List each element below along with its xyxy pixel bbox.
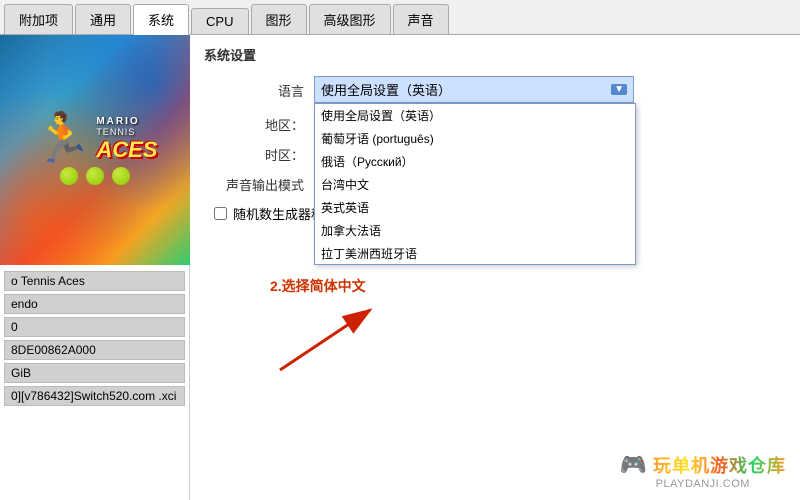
game-cover-image: 🏃 MARIO TENNIS ACES [0,35,190,265]
tab-graphics[interactable]: 图形 [251,4,307,34]
tab-bar: 附加项 通用 系统 CPU 图形 高级图形 声音 [0,0,800,35]
left-panel: 🏃 MARIO TENNIS ACES o Tennis Aces endo 0 [0,35,190,500]
tab-addon[interactable]: 附加项 [4,4,73,34]
language-dropdown[interactable]: 使用全局设置（英语） ▼ 使用全局设置（英语） 葡萄牙语 (português)… [314,76,634,104]
watermark-line1: 玩单机游戏仓库 [653,452,786,478]
game-file-info: 0][v786432]Switch520.com .xci [4,386,185,406]
game-publisher-info: endo [4,294,185,314]
region-label: 地区： [204,115,304,134]
dropdown-list: 使用全局设置（英语） 葡萄牙语 (português) 俄语（Русский） … [314,103,636,265]
tab-general[interactable]: 通用 [75,4,131,34]
watermark-line2: PLAYDANJI.COM [656,478,750,490]
tab-sound[interactable]: 声音 [393,4,449,34]
dropdown-item-1[interactable]: 葡萄牙语 (português) [315,127,635,150]
game-id1-info: 0 [4,317,185,337]
dropdown-item-6[interactable]: 拉丁美洲西班牙语 [315,242,635,264]
timezone-label: 时区： [204,145,304,164]
audio-label: 声音输出模式 [204,175,304,194]
tab-advanced-graphics[interactable]: 高级图形 [309,4,391,34]
game-id2-info: 8DE00862A000 [4,340,185,360]
game-info-list: o Tennis Aces endo 0 8DE00862A000 GiB 0]… [0,265,189,412]
dropdown-item-5[interactable]: 加拿大法语 [315,219,635,242]
right-panel: 系统设置 语言 使用全局设置（英语） ▼ 使用全局设置（英语） 葡萄牙语 [190,35,800,500]
random-seed-checkbox[interactable] [214,207,227,220]
language-control: 使用全局设置（英语） ▼ 使用全局设置（英语） 葡萄牙语 (português)… [314,76,634,104]
annotation-arrow-svg [270,300,390,380]
dropdown-item-2[interactable]: 俄语（Русский） [315,150,635,173]
tab-system[interactable]: 系统 [133,4,189,35]
annotation-text: 2.选择简体中文 [270,276,366,296]
dropdown-list-inner: 使用全局设置（英语） 葡萄牙语 (português) 俄语（Русский） … [315,104,635,264]
language-row: 语言 使用全局设置（英语） ▼ 使用全局设置（英语） 葡萄牙语 (portugu… [204,76,786,104]
dropdown-arrow-icon: ▼ [611,84,627,95]
main-area: 🏃 MARIO TENNIS ACES o Tennis Aces endo 0 [0,35,800,500]
watermark: 🎮 玩单机游戏仓库 PLAYDANJI.COM [620,452,786,490]
dropdown-header[interactable]: 使用全局设置（英语） ▼ [315,77,633,103]
section-title: 系统设置 [204,45,786,64]
dropdown-item-4[interactable]: 英式英语 [315,196,635,219]
annotation-container: 2.选择简体中文 [270,276,390,380]
dropdown-selected-text: 使用全局设置（英语） [321,80,451,99]
game-size-info: GiB [4,363,185,383]
settings-form: 语言 使用全局设置（英语） ▼ 使用全局设置（英语） 葡萄牙语 (portugu… [204,76,786,223]
game-title-info: o Tennis Aces [4,271,185,291]
tab-cpu[interactable]: CPU [191,8,248,34]
dropdown-item-0[interactable]: 使用全局设置（英语） [315,104,635,127]
dropdown-item-3[interactable]: 台湾中文 [315,173,635,196]
language-label: 语言 [204,81,304,100]
